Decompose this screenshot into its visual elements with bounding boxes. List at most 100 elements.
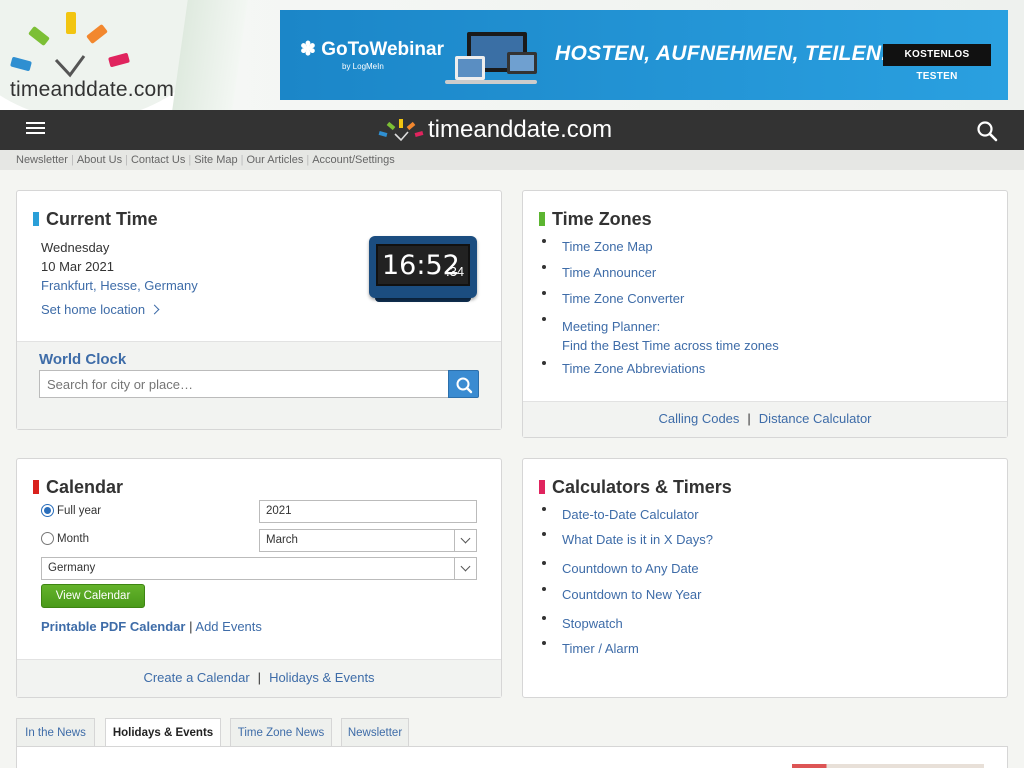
distance-calculator-link[interactable]: Distance Calculator	[759, 411, 872, 426]
list-item[interactable]: What Date is it in X Days?	[539, 532, 713, 548]
current-time-title-text: Current Time	[46, 209, 158, 229]
logo-text[interactable]: timeanddate.com	[10, 78, 174, 102]
footer-separator: |	[747, 411, 751, 426]
world-clock-search-input[interactable]	[39, 370, 449, 398]
month-select[interactable]: March	[259, 529, 477, 552]
clock-body: 16:52 .34	[369, 236, 477, 298]
time-zone-abbreviations-link[interactable]: Time Zone Abbreviations	[562, 361, 705, 376]
country-value: Germany	[48, 562, 96, 574]
list-item[interactable]: Time Zone Converter	[539, 291, 779, 307]
calendar-title-text: Calendar	[46, 477, 124, 497]
list-item[interactable]: Countdown to New Year	[539, 587, 713, 603]
tab-time-zone-news[interactable]: Time Zone News	[230, 718, 332, 746]
list-item[interactable]: Meeting Planner: Find the Best Time acros…	[539, 317, 779, 355]
full-year-label: Full year	[57, 504, 102, 517]
month-radio[interactable]: Month	[41, 532, 89, 545]
list-item[interactable]: Stopwatch	[539, 616, 713, 632]
view-calendar-button[interactable]: View Calendar	[41, 584, 145, 608]
navbar-logo-icon	[378, 119, 424, 142]
calendar-footer: Create a Calendar | Holidays & Events	[17, 659, 501, 697]
chevron-down-icon[interactable]	[454, 530, 476, 551]
timer-alarm-link[interactable]: Timer / Alarm	[562, 641, 639, 656]
site-header: timeanddate.com ✽ GoToWebinar by LogMeIn…	[0, 0, 1024, 110]
search-icon[interactable]	[976, 120, 998, 142]
world-clock-search-button[interactable]	[448, 370, 479, 398]
title-accent-bar	[33, 480, 39, 494]
time-zones-card: Time Zones Time Zone Map Time Announcer …	[522, 190, 1008, 438]
ad-cta-button[interactable]: KOSTENLOS TESTEN	[883, 44, 991, 82]
current-time-card: Current Time Wednesday 10 Mar 2021 Frank…	[16, 190, 502, 430]
clock-screen: 16:52 .34	[376, 244, 470, 286]
clock-seconds-value: 34	[449, 264, 465, 279]
search-icon	[456, 377, 473, 394]
create-calendar-link[interactable]: Create a Calendar	[143, 670, 249, 685]
year-value: 2021	[266, 505, 292, 517]
hamburger-menu-icon[interactable]	[26, 122, 46, 138]
country-select[interactable]: Germany	[41, 557, 477, 580]
footer-separator: |	[257, 670, 262, 685]
list-item[interactable]: Time Zone Abbreviations	[539, 361, 779, 377]
calculators-title: Calculators & Timers	[539, 477, 732, 498]
list-item[interactable]: Time Announcer	[539, 265, 779, 281]
time-announcer-link[interactable]: Time Announcer	[562, 265, 656, 280]
set-home-location-link[interactable]: Set home location	[41, 302, 160, 317]
subnav-newsletter[interactable]: Newsletter	[16, 154, 68, 166]
radio-unselected-icon[interactable]	[41, 532, 54, 545]
ad-brand: ✽ GoToWebinar	[300, 39, 444, 60]
year-input[interactable]: 2021	[259, 500, 477, 523]
set-home-label: Set home location	[41, 302, 146, 317]
title-accent-bar	[539, 480, 545, 494]
current-time-title: Current Time	[33, 209, 158, 230]
calling-codes-link[interactable]: Calling Codes	[658, 411, 739, 426]
chevron-down-icon[interactable]	[454, 558, 476, 579]
radio-selected-icon[interactable]	[41, 504, 54, 517]
tab-holidays-events[interactable]: Holidays & Events	[105, 718, 221, 748]
clock-widget[interactable]: 16:52 .34	[369, 236, 479, 304]
subnav-our-articles[interactable]: Our Articles	[247, 154, 304, 166]
calendar-links: Printable PDF Calendar | Add Events	[41, 619, 262, 634]
list-item[interactable]: Countdown to Any Date	[539, 561, 713, 577]
secondary-nav: Newsletter | About Us | Contact Us | Site Map |…	[0, 150, 1024, 170]
navbar-brand-text: timeanddate.com	[428, 116, 613, 143]
subnav-contact-us[interactable]: Contact Us	[131, 154, 185, 166]
calculators-title-text: Calculators & Timers	[552, 477, 732, 497]
calculators-timers-card: Calculators & Timers Date-to-Date Calcul…	[522, 458, 1008, 698]
list-item[interactable]: Date-to-Date Calculator	[539, 507, 713, 523]
tab-in-the-news[interactable]: In the News	[16, 718, 95, 746]
ad-brand-name: GoToWebinar	[321, 39, 444, 60]
links-separator: |	[189, 619, 193, 634]
holidays-events-link[interactable]: Holidays & Events	[269, 670, 375, 685]
list-item[interactable]: Time Zone Map	[539, 239, 779, 255]
news-thumbnail-image[interactable]	[792, 764, 984, 768]
subnav-site-map[interactable]: Site Map	[194, 154, 237, 166]
time-zones-footer: Calling Codes | Distance Calculator	[523, 401, 1007, 437]
month-label: Month	[57, 532, 89, 545]
list-item[interactable]: Timer / Alarm	[539, 641, 713, 657]
logo-icon[interactable]	[10, 8, 136, 80]
date-in-x-days-link[interactable]: What Date is it in X Days?	[562, 532, 713, 547]
navbar-brand[interactable]: timeanddate.com	[378, 116, 612, 144]
devices-illustration-icon	[445, 32, 537, 84]
full-year-radio[interactable]: Full year	[41, 504, 101, 517]
calendar-title: Calendar	[33, 477, 123, 498]
subnav-account-settings[interactable]: Account/Settings	[312, 154, 395, 166]
add-events-link[interactable]: Add Events	[195, 619, 262, 634]
advertisement-banner[interactable]: ✽ GoToWebinar by LogMeIn HOSTEN, AUFNEHM…	[280, 10, 1008, 100]
printable-pdf-calendar-link[interactable]: Printable PDF Calendar	[41, 619, 185, 634]
meeting-planner-sub-link[interactable]: Find the Best Time across time zones	[562, 338, 779, 353]
current-location-link[interactable]: Frankfurt, Hesse, Germany	[41, 278, 198, 293]
world-clock-title[interactable]: World Clock	[39, 351, 126, 368]
countdown-any-date-link[interactable]: Countdown to Any Date	[562, 561, 699, 576]
subnav-about-us[interactable]: About Us	[77, 154, 122, 166]
stopwatch-link[interactable]: Stopwatch	[562, 616, 623, 631]
countdown-new-year-link[interactable]: Countdown to New Year	[562, 587, 701, 602]
main-navbar: timeanddate.com	[0, 110, 1024, 150]
date-to-date-calculator-link[interactable]: Date-to-Date Calculator	[562, 507, 699, 522]
title-accent-bar	[33, 212, 39, 226]
meeting-planner-link[interactable]: Meeting Planner:	[562, 319, 660, 334]
tab-newsletter[interactable]: Newsletter	[341, 718, 409, 746]
time-zone-converter-link[interactable]: Time Zone Converter	[562, 291, 684, 306]
time-zone-map-link[interactable]: Time Zone Map	[562, 239, 653, 254]
time-zones-links: Time Zone Map Time Announcer Time Zone C…	[539, 239, 779, 377]
world-clock-section: World Clock	[17, 341, 501, 429]
